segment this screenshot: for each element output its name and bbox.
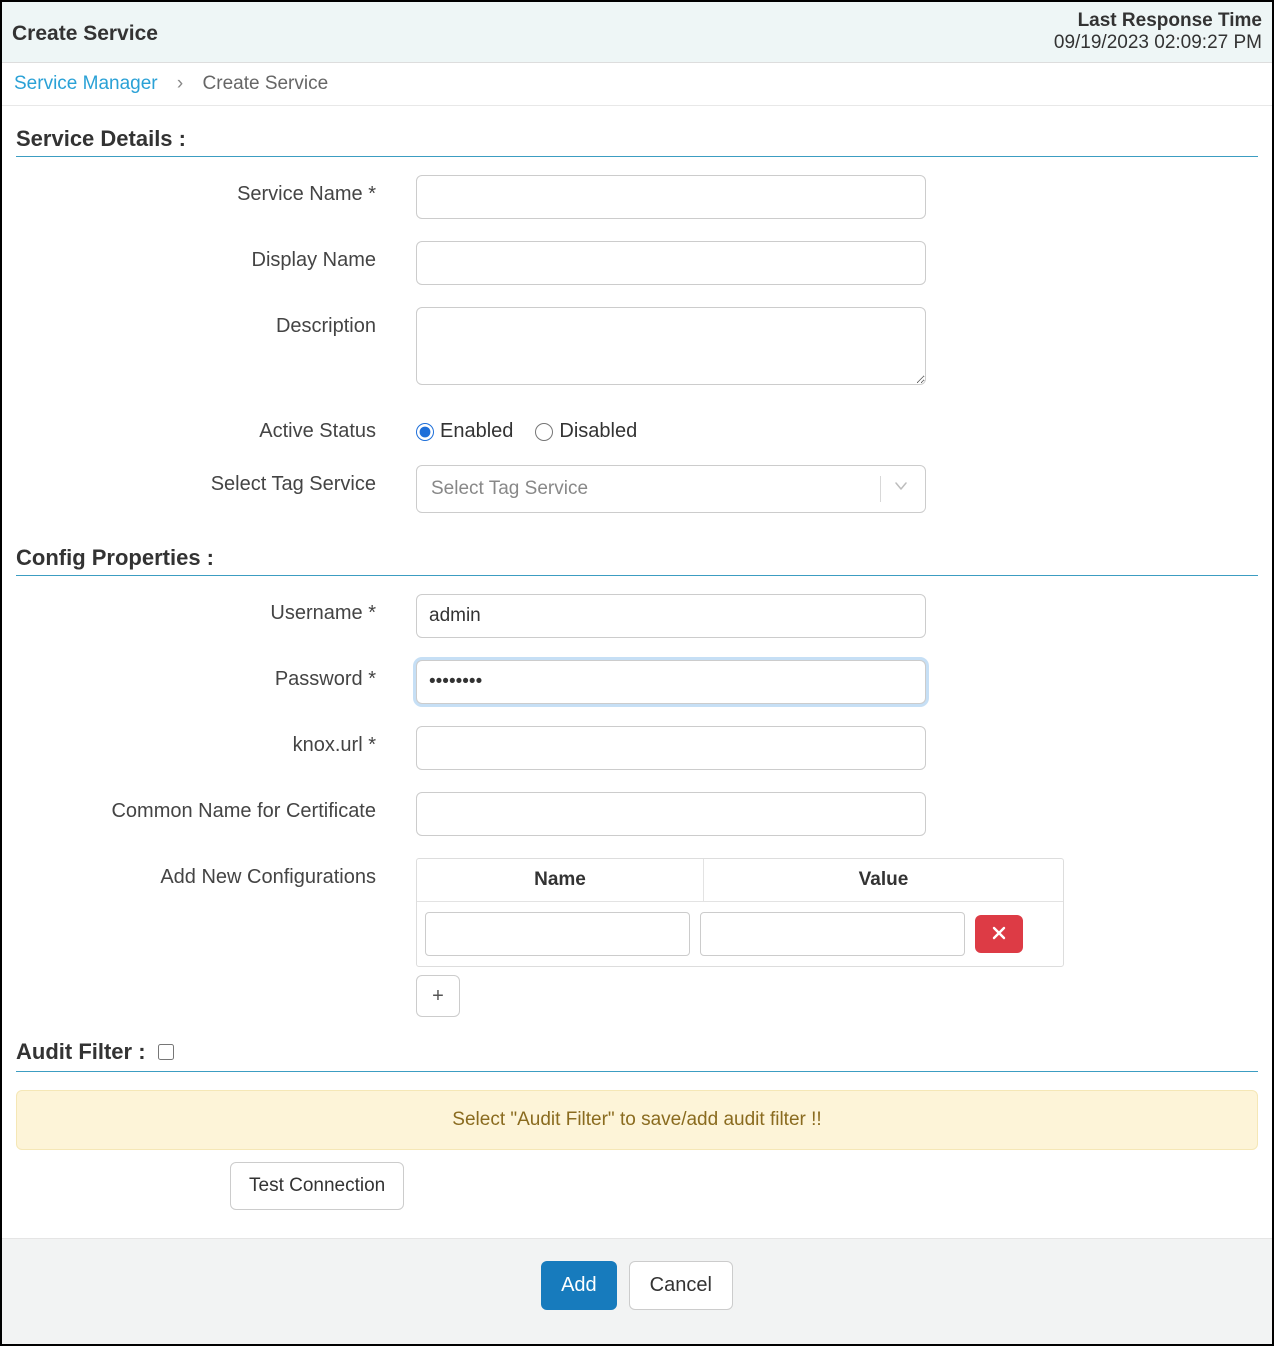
breadcrumb: Service Manager › Create Service xyxy=(2,63,1272,106)
divider xyxy=(16,1071,1258,1072)
last-response-value: 09/19/2023 02:09:27 PM xyxy=(1054,32,1262,54)
divider xyxy=(16,575,1258,576)
label-common-name: Common Name for Certificate xyxy=(16,792,416,823)
display-name-input[interactable] xyxy=(416,241,926,285)
radio-enabled[interactable] xyxy=(416,423,434,441)
label-tag-service: Select Tag Service xyxy=(16,465,416,496)
radio-disabled-wrap[interactable]: Disabled xyxy=(535,420,637,443)
knox-url-input[interactable] xyxy=(416,726,926,770)
tag-service-select[interactable]: Select Tag Service xyxy=(416,465,926,513)
breadcrumb-root-link[interactable]: Service Manager xyxy=(14,73,158,94)
chevron-down-icon xyxy=(891,476,911,502)
radio-enabled-label: Enabled xyxy=(440,420,513,443)
section-service-details-title: Service Details : xyxy=(16,126,1258,152)
config-row xyxy=(417,902,1063,966)
add-button[interactable]: Add xyxy=(541,1261,617,1310)
close-icon xyxy=(992,926,1006,943)
radio-enabled-wrap[interactable]: Enabled xyxy=(416,420,513,443)
audit-filter-alert: Select "Audit Filter" to save/add audit … xyxy=(16,1090,1258,1150)
common-name-input[interactable] xyxy=(416,792,926,836)
audit-filter-checkbox[interactable] xyxy=(158,1044,174,1060)
label-password: Password * xyxy=(16,660,416,691)
add-config-row-button[interactable]: + xyxy=(416,975,460,1017)
test-connection-button[interactable]: Test Connection xyxy=(230,1162,404,1210)
label-add-new-config: Add New Configurations xyxy=(16,858,416,889)
page-title: Create Service xyxy=(12,10,158,46)
header-bar: Create Service Last Response Time 09/19/… xyxy=(2,2,1272,63)
radio-disabled[interactable] xyxy=(535,423,553,441)
delete-config-row-button[interactable] xyxy=(975,915,1023,953)
label-service-name: Service Name * xyxy=(16,175,416,206)
label-description: Description xyxy=(16,307,416,338)
config-header-value: Value xyxy=(704,859,1063,902)
chevron-right-icon: › xyxy=(163,73,197,94)
label-knox-url: knox.url * xyxy=(16,726,416,757)
service-name-input[interactable] xyxy=(416,175,926,219)
config-header-name: Name xyxy=(417,859,704,902)
section-audit-filter-title: Audit Filter : xyxy=(16,1039,146,1065)
label-display-name: Display Name xyxy=(16,241,416,272)
footer-actions: Add Cancel xyxy=(2,1238,1272,1344)
description-input[interactable] xyxy=(416,307,926,385)
config-table: Name Value xyxy=(416,858,1064,967)
tag-service-placeholder: Select Tag Service xyxy=(431,478,588,500)
username-input[interactable] xyxy=(416,594,926,638)
section-config-props-title: Config Properties : xyxy=(16,545,1258,571)
divider xyxy=(16,156,1258,157)
plus-icon: + xyxy=(432,985,444,1007)
config-row-value-input[interactable] xyxy=(700,912,965,956)
label-active-status: Active Status xyxy=(16,412,416,443)
breadcrumb-current: Create Service xyxy=(203,73,329,94)
config-row-name-input[interactable] xyxy=(425,912,690,956)
radio-disabled-label: Disabled xyxy=(559,420,637,443)
last-response-label: Last Response Time xyxy=(1054,10,1262,32)
last-response-time: Last Response Time 09/19/2023 02:09:27 P… xyxy=(1054,10,1262,54)
cancel-button[interactable]: Cancel xyxy=(629,1261,733,1310)
password-input[interactable] xyxy=(416,660,926,704)
select-divider xyxy=(880,476,881,502)
label-username: Username * xyxy=(16,594,416,625)
